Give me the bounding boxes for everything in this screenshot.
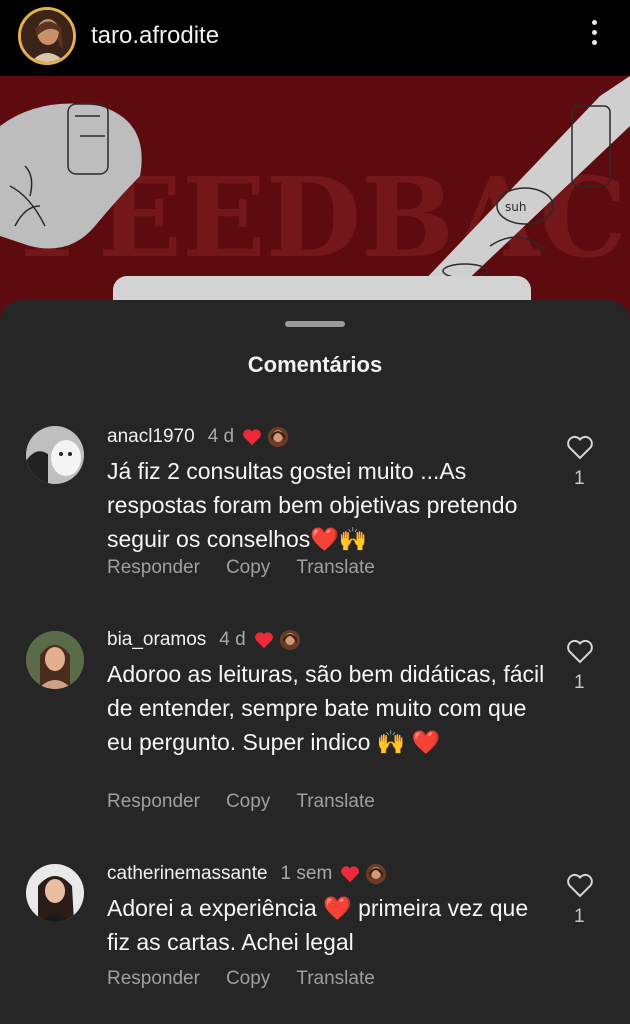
copy-button[interactable]: Copy	[226, 968, 270, 990]
post-author-username[interactable]: taro.afrodite	[91, 22, 219, 50]
creator-liked-heart-icon	[254, 632, 273, 649]
reply-button[interactable]: Responder	[107, 791, 200, 813]
sheet-title: Comentários	[247, 352, 383, 377]
creator-liked-heart-icon	[243, 429, 261, 446]
creator-mini-avatar	[268, 427, 289, 447]
avatar[interactable]	[26, 864, 84, 922]
like-heart-icon[interactable]	[566, 434, 594, 460]
comment-time: 4 d	[207, 426, 235, 447]
profile-photo-icon	[21, 10, 73, 62]
user-photo-icon	[26, 631, 84, 689]
translate-button[interactable]: Translate	[296, 557, 375, 579]
sheet-drag-handle[interactable]	[285, 321, 345, 327]
like-heart-icon[interactable]	[566, 638, 594, 664]
comment-item: catherinemassante 1 sem Adorei a experiê…	[0, 861, 630, 1011]
comment-time: 4 d	[219, 629, 246, 650]
svg-text:suh: suh	[505, 200, 526, 214]
like-count: 1	[574, 906, 585, 927]
like-count: 1	[574, 672, 585, 693]
comment-item: anacl1970 4 d Já fiz 2 consultas gostei …	[0, 424, 630, 594]
comment-username[interactable]: anacl1970	[107, 426, 195, 448]
comment-text: Já fiz 2 consultas gostei muito ...As re…	[107, 458, 518, 552]
reply-button[interactable]: Responder	[107, 557, 200, 579]
top-bar: taro.afrodite	[0, 0, 630, 76]
creator-liked-heart-icon	[341, 866, 360, 883]
comment-text: Adorei a experiência ❤️ primeira vez que…	[107, 895, 529, 955]
reply-button[interactable]: Responder	[107, 968, 200, 990]
dog-avatar-icon	[26, 426, 84, 484]
like-count: 1	[574, 468, 585, 489]
like-heart-icon[interactable]	[566, 872, 594, 898]
comment-item: bia_oramos 4 d Adoroo as leituras, são b…	[0, 627, 630, 827]
copy-button[interactable]: Copy	[226, 557, 270, 579]
comment-header: anacl1970 4 d	[107, 424, 289, 450]
translate-button[interactable]: Translate	[296, 791, 375, 813]
comment-time: 1 sem	[280, 863, 333, 884]
comment-actions: Responder Copy Translate	[107, 791, 401, 813]
translate-button[interactable]: Translate	[296, 968, 375, 990]
comment-text: Adoroo as leituras, são bem didáticas, f…	[107, 661, 545, 755]
avatar[interactable]	[26, 631, 84, 689]
comment-username[interactable]: bia_oramos	[107, 629, 206, 651]
comment-actions: Responder Copy Translate	[107, 557, 401, 579]
user-photo-icon	[26, 864, 84, 922]
more-vertical-icon[interactable]	[582, 20, 606, 52]
comments-sheet: Comentários anacl1970 4 d Já fiz 2 consu…	[0, 300, 630, 1024]
avatar[interactable]	[26, 426, 84, 484]
copy-button[interactable]: Copy	[226, 791, 270, 813]
comment-username[interactable]: catherinemassante	[107, 863, 268, 885]
profile-avatar[interactable]	[18, 7, 76, 65]
comment-header: catherinemassante 1 sem	[107, 861, 387, 887]
comment-actions: Responder Copy Translate	[107, 968, 401, 990]
creator-mini-avatar	[366, 864, 387, 884]
comment-header: bia_oramos 4 d	[107, 627, 300, 653]
creator-mini-avatar	[279, 630, 300, 650]
